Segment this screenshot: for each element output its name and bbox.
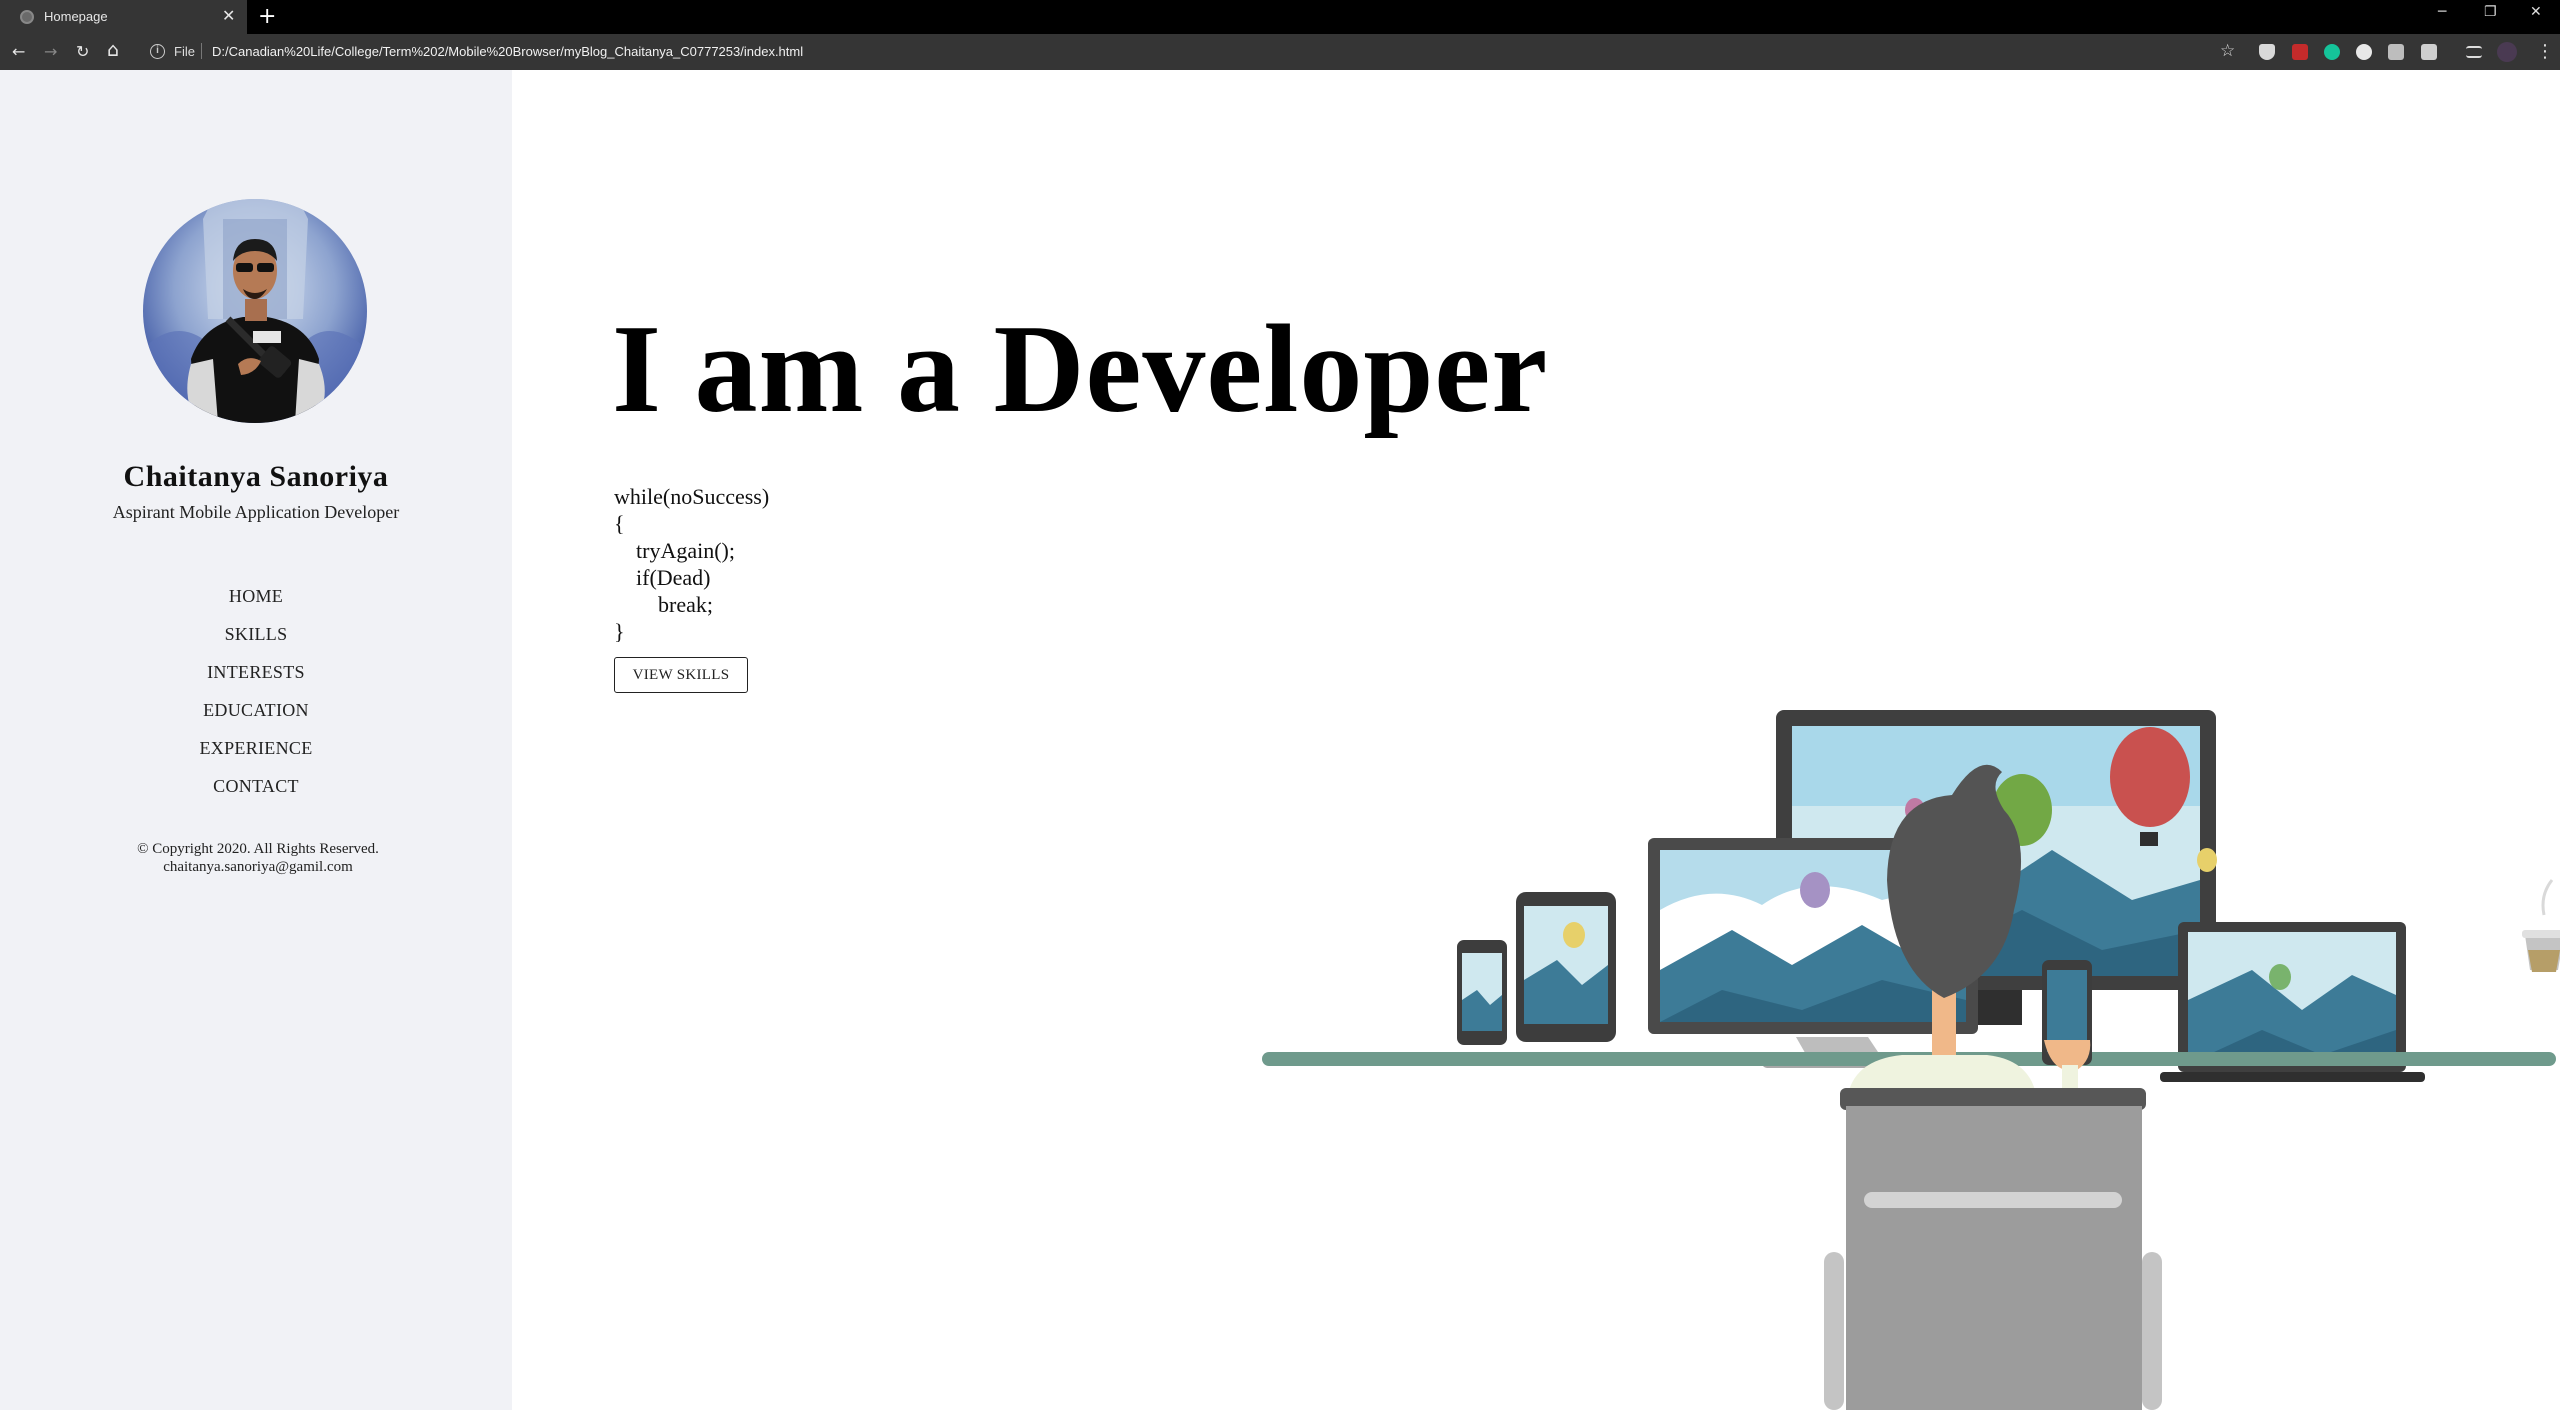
profile-role: Aspirant Mobile Application Developer <box>112 502 400 522</box>
profile-photo <box>143 199 367 423</box>
url-separator <box>201 43 202 59</box>
grammarly-extension-icon[interactable] <box>2324 44 2340 60</box>
nav-item-education[interactable]: EDUCATION <box>0 691 512 729</box>
nav-item-home[interactable]: HOME <box>0 577 512 615</box>
copyright-text: © Copyright 2020. All Rights Reserved. <box>137 841 379 857</box>
forward-arrow-icon[interactable]: → <box>44 41 57 63</box>
code-line: while(noSuccess) <box>614 484 770 509</box>
code-snippet: while(noSuccess) { tryAgain(); if(Dead) … <box>614 483 769 645</box>
tab-close-icon[interactable]: ✕ <box>222 6 235 26</box>
minimize-window-button[interactable]: ─ <box>2438 4 2446 20</box>
sidebar-footer: © Copyright 2020. All Rights Reserved. c… <box>0 840 516 876</box>
browser-toolbar: ← → ↻ ⌂ i File D:/Canadian%20Life/Colleg… <box>0 34 2560 70</box>
nav-item-interests[interactable]: INTERESTS <box>0 653 512 691</box>
circle-extension-icon[interactable] <box>2356 44 2372 60</box>
close-window-button[interactable]: ✕ <box>2530 4 2542 20</box>
tab-favicon-icon <box>20 10 34 24</box>
restore-window-button[interactable]: ❐ <box>2484 4 2497 20</box>
home-icon[interactable]: ⌂ <box>107 39 119 61</box>
browser-tab-bar: Homepage ✕ + ─ ❐ ✕ <box>0 0 2560 34</box>
sidebar: Chaitanya Sanoriya Aspirant Mobile Appli… <box>0 70 512 1410</box>
back-arrow-icon[interactable]: ← <box>12 41 25 63</box>
address-bar[interactable]: i File D:/Canadian%20Life/College/Term%2… <box>136 38 2226 66</box>
media-controls-icon[interactable] <box>2466 46 2482 58</box>
contact-email: chaitanya.sanoriya@gamil.com <box>163 859 353 875</box>
main-content: I am a Developer while(noSuccess) { tryA… <box>512 70 2560 1410</box>
code-line: } <box>614 619 625 644</box>
code-line: if(Dead) <box>614 565 711 590</box>
pdf-extension-icon[interactable] <box>2292 44 2308 60</box>
nav-item-skills[interactable]: SKILLS <box>0 615 512 653</box>
browser-tab[interactable]: Homepage ✕ <box>0 0 247 34</box>
browser-menu-icon[interactable]: ⋮ <box>2536 41 2554 63</box>
code-line: { <box>614 511 625 536</box>
nav-item-experience[interactable]: EXPERIENCE <box>0 729 512 767</box>
nav-item-contact[interactable]: CONTACT <box>0 767 512 805</box>
profile-name: Chaitanya Sanoriya <box>123 460 389 493</box>
info-icon[interactable]: i <box>150 44 165 59</box>
reload-icon[interactable]: ↻ <box>76 41 89 63</box>
url-text[interactable]: D:/Canadian%20Life/College/Term%202/Mobi… <box>212 44 803 59</box>
image-extension-icon[interactable] <box>2388 44 2404 60</box>
new-tab-button[interactable]: + <box>258 3 276 31</box>
hero-headline: I am a Developer <box>612 300 1549 439</box>
tab-title: Homepage <box>44 9 108 24</box>
url-scheme-label: File <box>174 44 195 59</box>
sidebar-nav: HOME SKILLS INTERESTS EDUCATION EXPERIEN… <box>0 577 512 805</box>
code-line: break; <box>614 592 713 617</box>
developer-desk-illustration <box>1262 710 2560 1410</box>
doc-extension-icon[interactable] <box>2421 44 2437 60</box>
shield-extension-icon[interactable] <box>2259 44 2275 60</box>
profile-avatar <box>143 199 367 423</box>
bookmark-star-icon[interactable]: ☆ <box>2220 41 2235 61</box>
profile-avatar-icon[interactable] <box>2497 42 2517 62</box>
code-line: tryAgain(); <box>614 538 735 563</box>
view-skills-button[interactable]: VIEW SKILLS <box>614 657 748 693</box>
